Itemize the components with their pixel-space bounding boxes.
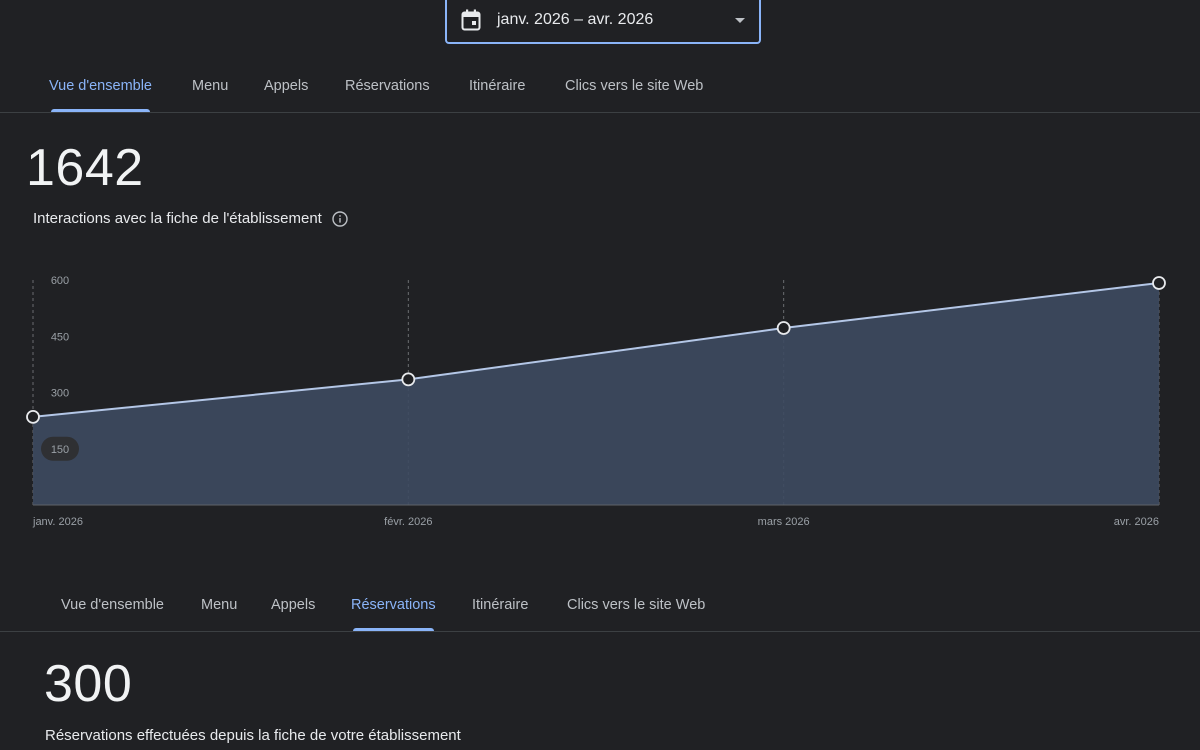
series-area <box>33 283 1159 505</box>
y-tick-label: 300 <box>51 388 69 400</box>
interactions-total: 1642 <box>26 139 144 197</box>
data-point <box>401 372 416 387</box>
tab-reservations[interactable]: Réservations <box>345 66 430 112</box>
tab-clics-site-web[interactable]: Clics vers le site Web <box>565 66 703 112</box>
tab-menu[interactable]: Menu <box>192 66 228 112</box>
tab-itineraire[interactable]: Itinéraire <box>472 585 528 631</box>
tab-vue-ensemble[interactable]: Vue d'ensemble <box>61 585 164 631</box>
chevron-down-icon[interactable] <box>735 17 745 23</box>
y-tick-label: 150 <box>51 444 69 456</box>
tab-menu[interactable]: Menu <box>201 585 237 631</box>
reservations-label: Réservations effectuées depuis la fiche … <box>45 727 461 744</box>
y-tick-label: 600 <box>51 275 69 287</box>
data-point <box>776 321 791 335</box>
interactions-label-row: Interactions avec la fiche de l'établiss… <box>33 210 348 227</box>
tab-appels[interactable]: Appels <box>271 585 315 631</box>
tab-itineraire[interactable]: Itinéraire <box>469 66 525 112</box>
x-tick-label: févr. 2026 <box>384 516 432 528</box>
tab-appels[interactable]: Appels <box>264 66 308 112</box>
calendar-icon <box>459 8 483 32</box>
tab-vue-ensemble[interactable]: Vue d'ensemble <box>49 66 152 112</box>
interactions-chart: 600 450 300 150 janv. 2026 févr. 2026 mars 202… <box>26 275 1166 528</box>
date-range-value: janv. 2026 – avr. 2026 <box>497 11 654 28</box>
y-tick-label: 450 <box>51 331 69 343</box>
tab-reservations[interactable]: Réservations <box>351 585 436 631</box>
tabs-top: Vue d'ensemble Menu Appels Réservations … <box>0 66 1200 113</box>
reservations-total: 300 <box>44 655 133 713</box>
data-point <box>1152 276 1166 290</box>
interactions-label: Interactions avec la fiche de l'établiss… <box>33 210 322 227</box>
reservations-label-row: Réservations effectuées depuis la fiche … <box>45 727 461 744</box>
tabs-bottom: Vue d'ensemble Menu Appels Réservations … <box>0 585 1200 632</box>
info-icon[interactable] <box>332 210 348 227</box>
x-tick-label: janv. 2026 <box>32 516 83 528</box>
date-range-picker[interactable]: janv. 2026 – avr. 2026 <box>445 0 761 44</box>
x-tick-label: avr. 2026 <box>1114 516 1159 528</box>
x-tick-label: mars 2026 <box>758 516 810 528</box>
tab-clics-site-web[interactable]: Clics vers le site Web <box>567 585 705 631</box>
data-point <box>26 409 40 424</box>
